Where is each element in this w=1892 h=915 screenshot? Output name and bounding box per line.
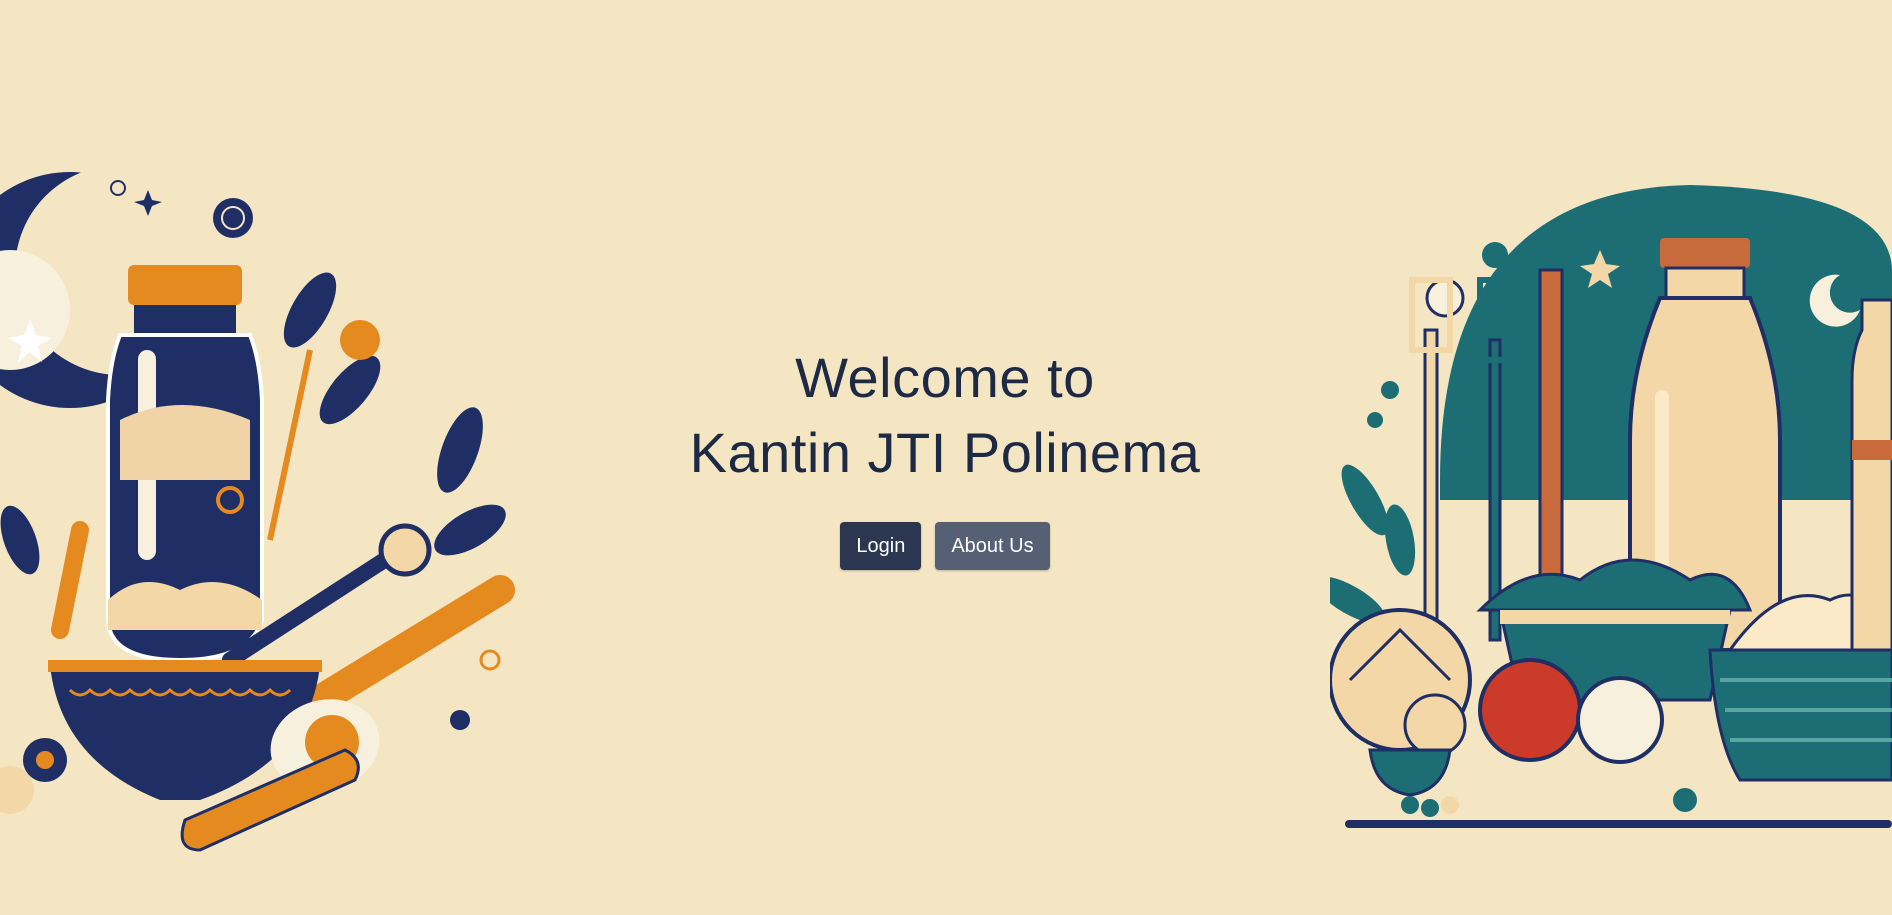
food-illustration-left: [0, 165, 515, 852]
food-illustration-right: [1330, 185, 1892, 828]
login-button[interactable]: Login: [840, 522, 922, 570]
landing-page: Welcome to Kantin JTI Polinema Login Abo…: [0, 0, 1892, 915]
hero-section: Welcome to Kantin JTI Polinema Login Abo…: [650, 340, 1240, 570]
site-name-heading: Kantin JTI Polinema: [689, 421, 1201, 484]
hero-actions: Login About Us: [650, 522, 1240, 570]
about-us-button[interactable]: About Us: [935, 522, 1050, 570]
welcome-heading: Welcome to: [795, 346, 1095, 409]
